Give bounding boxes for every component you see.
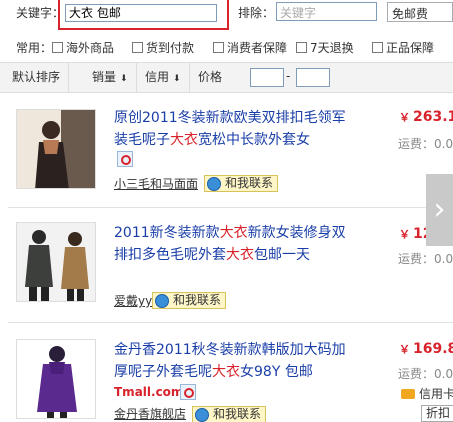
- title-text: 2011新冬装新款: [114, 225, 220, 241]
- arrow-down-icon: ⬇: [173, 74, 181, 84]
- filter-label: 货到付款: [146, 41, 195, 55]
- chat-icon: [195, 408, 209, 422]
- product-title[interactable]: 原创2011冬装新款欧美双排扣毛领军装毛呢子大衣宽松中长款外套女: [114, 107, 354, 151]
- product-title[interactable]: 金丹香2011秋冬装新款韩版加大码加厚呢子外套毛呢大衣女98Y 包邮: [114, 339, 354, 383]
- filter-label: 7天退换: [310, 41, 354, 55]
- credit-card-icon: [401, 389, 415, 399]
- chat-icon: [155, 294, 169, 308]
- checkbox-icon[interactable]: [132, 42, 143, 53]
- search-results-page: 关键字： 大衣 包邮 排除： 关键字 免邮费 常用： 海外商品 货到付款 消费者…: [0, 0, 453, 422]
- credit-card-badge: 信用卡: [401, 385, 453, 402]
- product-photo: [17, 340, 95, 418]
- currency: ￥: [399, 228, 410, 241]
- filter-label: 正品保障: [386, 41, 435, 55]
- seller-link[interactable]: 小三毛和马面面: [114, 175, 198, 192]
- price-min-input[interactable]: [250, 68, 284, 87]
- shipping-fee: 运费：0.00: [398, 252, 453, 266]
- title-highlight: 大衣: [212, 364, 240, 380]
- zoom-icon[interactable]: [180, 384, 196, 400]
- product-price: ￥169.80: [399, 341, 453, 357]
- filter-genuine[interactable]: 正品保障: [372, 39, 434, 56]
- checkbox-icon[interactable]: [213, 42, 224, 53]
- currency: ￥: [399, 343, 410, 356]
- chat-icon: [207, 177, 221, 191]
- filter-label: 消费者保障: [227, 41, 288, 55]
- product-thumbnail[interactable]: [16, 222, 96, 302]
- arrow-down-icon: ⬇: [120, 74, 128, 84]
- sort-sales[interactable]: 销量 ⬇: [84, 63, 137, 92]
- exclude-label: 排除：: [238, 6, 275, 20]
- contact-seller-button[interactable]: 和我联系: [204, 175, 279, 192]
- currency: ￥: [399, 111, 410, 124]
- price-range-dash: -: [286, 69, 291, 83]
- contact-label: 和我联系: [213, 407, 262, 421]
- filter-label: 海外商品: [66, 41, 115, 55]
- product-thumbnail[interactable]: [16, 109, 96, 189]
- checkbox-icon[interactable]: [52, 42, 63, 53]
- exclude-input[interactable]: 关键字: [276, 2, 377, 21]
- title-highlight: 大衣: [170, 132, 198, 148]
- title-highlight: 大衣: [219, 225, 248, 241]
- contact-seller-button[interactable]: 和我联系: [192, 406, 267, 422]
- product-title[interactable]: 2011新冬装新款大衣新款女装修身双排扣多色毛呢外套大衣包邮一天: [114, 222, 354, 266]
- credit-label: 信用卡: [419, 387, 453, 401]
- price-value: 263.12: [413, 109, 453, 125]
- zoom-icon[interactable]: [117, 151, 133, 167]
- product-price: ￥263.12: [399, 109, 453, 125]
- sort-bar: 默认排序 销量 ⬇ 信用 ⬇ 价格 -: [0, 62, 453, 93]
- product-thumbnail[interactable]: [16, 339, 96, 419]
- sort-sales-label: 销量: [92, 70, 117, 84]
- tmall-logo: Tmall.com: [114, 385, 184, 399]
- checkbox-icon[interactable]: [372, 42, 383, 53]
- title-text: 包邮一天: [254, 247, 310, 263]
- common-label: 常用：: [16, 41, 53, 55]
- contact-seller-button[interactable]: 和我联系: [152, 292, 227, 309]
- result-item: 金丹香2011秋冬装新款韩版加大码加厚呢子外套毛呢大衣女98Y 包邮 Tmall…: [0, 323, 453, 422]
- checkbox-icon[interactable]: [296, 42, 307, 53]
- search-row: 关键字： 大衣 包邮 排除： 关键字 免邮费: [0, 0, 453, 34]
- shipping-select[interactable]: 免邮费: [387, 2, 453, 22]
- keyword-highlight-box: 大衣 包邮: [58, 0, 229, 30]
- shipping-fee: 运费：0.00: [398, 367, 453, 381]
- seller-link[interactable]: 金丹香旗舰店: [114, 405, 186, 422]
- result-item: 原创2011冬装新款欧美双排扣毛领军装毛呢子大衣宽松中长款外套女 小三毛和马面面…: [0, 95, 453, 207]
- sort-credit-label: 信用: [145, 70, 170, 84]
- sort-default[interactable]: 默认排序: [4, 63, 70, 92]
- product-photo: [17, 223, 95, 301]
- filter-overseas[interactable]: 海外商品: [52, 39, 114, 56]
- seller-link[interactable]: 爱戴yy: [114, 292, 152, 309]
- result-item: 2011新冬装新款大衣新款女装修身双排扣多色毛呢外套大衣包邮一天 爱戴yy 和我…: [0, 208, 453, 320]
- product-photo: [17, 110, 95, 188]
- keyword-input[interactable]: 大衣 包邮: [65, 4, 217, 22]
- filter-row: 常用： 海外商品 货到付款 消费者保障 7天退换 正品保障: [0, 34, 453, 60]
- title-highlight: 大衣: [226, 247, 254, 263]
- sort-price[interactable]: 价格: [190, 63, 230, 92]
- sort-credit[interactable]: 信用 ⬇: [137, 63, 190, 92]
- contact-label: 和我联系: [225, 176, 274, 190]
- filter-7day-return[interactable]: 7天退换: [296, 39, 354, 56]
- price-value: 169.80: [413, 341, 453, 357]
- title-text: 宽松中长款外套女: [198, 132, 310, 148]
- price-max-input[interactable]: [296, 68, 330, 87]
- keyword-label: 关键字：: [16, 6, 65, 20]
- filter-consumer-protection[interactable]: 消费者保障: [213, 39, 287, 56]
- next-page-arrow[interactable]: ›: [426, 174, 453, 246]
- discount-select[interactable]: 折扣: [421, 405, 453, 422]
- shipping-fee: 运费：0.00: [398, 137, 453, 151]
- contact-label: 和我联系: [173, 293, 222, 307]
- filter-cod[interactable]: 货到付款: [132, 39, 194, 56]
- title-text: 女98Y 包邮: [240, 364, 313, 380]
